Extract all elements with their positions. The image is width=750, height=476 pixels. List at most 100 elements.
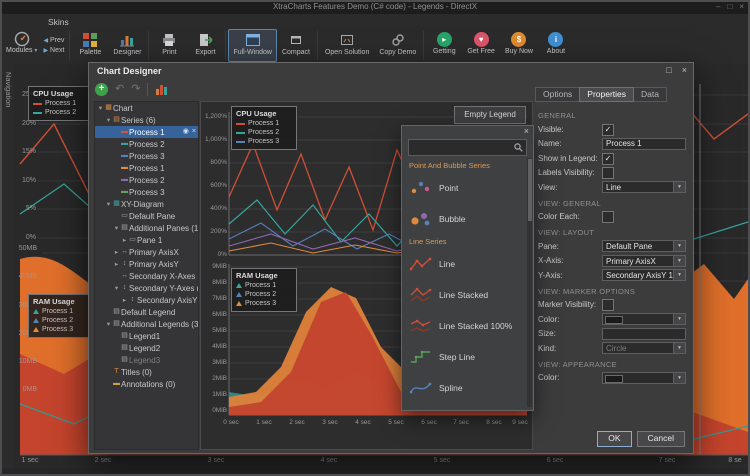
series-type-item-bubble[interactable]: Bubble bbox=[402, 203, 525, 234]
tree-item-xy-diagram[interactable]: ▾▦XY-Diagram bbox=[95, 198, 198, 210]
expand-arrow-icon[interactable]: ▾ bbox=[113, 224, 120, 232]
tree-item-default-pane[interactable]: ▭Default Pane bbox=[95, 210, 198, 222]
series-type-item-line[interactable]: Line bbox=[402, 248, 525, 279]
appearance-color-editor[interactable]: ▾ bbox=[602, 372, 686, 384]
tree-item-process-2[interactable]: ▬Process 2 bbox=[95, 138, 198, 150]
compact-button[interactable]: Compact bbox=[277, 29, 315, 62]
series-type-item-point[interactable]: Point bbox=[402, 172, 525, 203]
popup-close-icon[interactable]: × bbox=[524, 126, 529, 136]
expand-arrow-icon[interactable]: ▸ bbox=[121, 296, 128, 304]
tree-item-primary-axisx[interactable]: ▸↔Primary AxisX bbox=[95, 246, 198, 258]
marker-color-editor[interactable]: ▾ bbox=[602, 313, 686, 325]
tab-options[interactable]: Options bbox=[535, 87, 580, 102]
view-dropdown[interactable]: Line▾ bbox=[602, 181, 686, 193]
tab-properties[interactable]: Properties bbox=[579, 87, 634, 102]
window-titlebar[interactable]: XtraCharts Features Demo (C# code) - Leg… bbox=[0, 0, 750, 14]
cancel-button[interactable]: Cancel bbox=[637, 431, 685, 447]
designer-button[interactable]: Designer bbox=[108, 29, 146, 62]
tree-item-additional-panes[interactable]: ▾▤Additional Panes (1) bbox=[95, 222, 198, 234]
legend-entry: Process 2 bbox=[248, 129, 279, 136]
modules-gallery-button[interactable]: Modules ▾ bbox=[3, 29, 40, 62]
marker-size-input[interactable] bbox=[602, 328, 686, 340]
dialog-close-icon[interactable]: × bbox=[682, 65, 687, 75]
ok-button[interactable]: OK bbox=[597, 431, 631, 447]
tree-item-legend3[interactable]: ▤Legend3 bbox=[95, 354, 198, 366]
expand-arrow-icon[interactable]: ▾ bbox=[105, 320, 112, 328]
scrollbar-thumb[interactable] bbox=[528, 159, 532, 221]
tree-item-default-legend[interactable]: ▤Default Legend bbox=[95, 306, 198, 318]
get-free-button[interactable]: ♥Get Free bbox=[462, 29, 500, 62]
tree-item-secondary-axisy-1[interactable]: ▸↕Secondary AxisY 1 bbox=[95, 294, 198, 306]
chart-palette-icon[interactable] bbox=[155, 83, 168, 96]
empty-legend-button[interactable]: Empty Legend bbox=[454, 106, 526, 124]
about-button[interactable]: iAbout bbox=[538, 29, 574, 62]
maximize-icon[interactable]: □ bbox=[727, 0, 732, 13]
delete-icon[interactable]: × bbox=[192, 126, 196, 138]
tree-item-additional-legends[interactable]: ▾▤Additional Legends (3) bbox=[95, 318, 198, 330]
marker-visibility-checkbox[interactable] bbox=[602, 299, 614, 311]
series-type-item-spline[interactable]: Spline bbox=[402, 372, 525, 403]
export-button[interactable]: Export bbox=[187, 29, 223, 62]
preview-ram-legend[interactable]: RAM Usage Process 1 Process 2 Process 3 bbox=[231, 268, 297, 312]
tree-item-process-1[interactable]: ▬Process 1◉× bbox=[95, 126, 198, 138]
show-in-legend-checkbox[interactable]: ✓ bbox=[602, 153, 614, 165]
tree-item-process-2b[interactable]: ▬Process 2 bbox=[95, 174, 198, 186]
search-input[interactable] bbox=[409, 140, 526, 155]
preview-cpu-legend[interactable]: CPU Usage Process 1 Process 2 Process 3 bbox=[231, 106, 297, 150]
tab-data[interactable]: Data bbox=[633, 87, 667, 102]
undo-icon[interactable]: ↶ bbox=[115, 83, 124, 96]
marker-kind-dropdown[interactable]: Circle▾ bbox=[602, 342, 686, 354]
tree-item-pane-1[interactable]: ▸▭Pane 1 bbox=[95, 234, 198, 246]
tree-item-primary-axisy[interactable]: ▸↕Primary AxisY bbox=[95, 258, 198, 270]
tree-item-process-1b[interactable]: ▬Process 1 bbox=[95, 162, 198, 174]
minimize-icon[interactable]: – bbox=[716, 0, 720, 13]
x-axis-dropdown[interactable]: Primary AxisX▾ bbox=[602, 255, 686, 267]
expand-arrow-icon[interactable]: ▾ bbox=[113, 284, 120, 292]
print-button[interactable]: Print bbox=[151, 29, 187, 62]
labels-visibility-checkbox[interactable] bbox=[602, 167, 614, 179]
y-axis-dropdown[interactable]: Secondary AxisY 1▾ bbox=[602, 269, 686, 281]
tree-item-process-3b[interactable]: ▬Process 3 bbox=[95, 186, 198, 198]
tree-item-secondary-y-axes[interactable]: ▾↕Secondary Y-Axes (1) bbox=[95, 282, 198, 294]
close-icon[interactable]: × bbox=[739, 0, 744, 13]
add-item-button[interactable]: + bbox=[95, 83, 108, 96]
series-type-item-step-line[interactable]: Step Line bbox=[402, 341, 525, 372]
pane-dropdown[interactable]: Default Pane▾ bbox=[602, 240, 686, 252]
dialog-titlebar[interactable]: Chart Designer □× bbox=[89, 63, 693, 79]
open-solution-button[interactable]: Open Solution bbox=[320, 29, 374, 62]
full-window-button[interactable]: Full-Window bbox=[228, 29, 277, 62]
visible-checkbox[interactable]: ✓ bbox=[602, 124, 614, 136]
popup-scrollbar[interactable] bbox=[527, 158, 532, 407]
prev-module-button[interactable]: ◀ Prev bbox=[43, 37, 64, 44]
series-type-item-line-stacked[interactable]: Line Stacked bbox=[402, 279, 525, 310]
chevron-down-icon: ▾ bbox=[673, 270, 685, 280]
tree-item-legend2[interactable]: ▤Legend2 bbox=[95, 342, 198, 354]
dialog-maximize-icon[interactable]: □ bbox=[666, 65, 671, 75]
expand-arrow-icon[interactable]: ▸ bbox=[113, 248, 120, 256]
name-input[interactable] bbox=[602, 138, 686, 150]
line-stacked-series-icon bbox=[410, 287, 432, 303]
tab-skins[interactable]: Skins bbox=[42, 15, 75, 29]
color-each-checkbox[interactable] bbox=[602, 211, 614, 223]
tree-item-legend1[interactable]: ▤Legend1 bbox=[95, 330, 198, 342]
expand-arrow-icon[interactable]: ▾ bbox=[105, 116, 112, 124]
tree-item-series[interactable]: ▾▤Series (6) bbox=[95, 114, 198, 126]
getting-started-button[interactable]: ▸Getting bbox=[426, 29, 462, 62]
expand-arrow-icon[interactable]: ▸ bbox=[113, 260, 120, 268]
next-module-button[interactable]: ▶ Next bbox=[43, 47, 64, 54]
series-type-item-line-stacked-100[interactable]: Line Stacked 100% bbox=[402, 310, 525, 341]
tree-item-secondary-x-axes[interactable]: ↔Secondary X-Axes (0) bbox=[95, 270, 198, 282]
tree-item-process-3[interactable]: ▬Process 3 bbox=[95, 150, 198, 162]
redo-icon[interactable]: ↷ bbox=[131, 83, 140, 96]
tree-item-titles[interactable]: TTitles (0) bbox=[95, 366, 198, 378]
tree-item-chart[interactable]: ▾▦Chart bbox=[95, 102, 198, 114]
expand-arrow-icon[interactable]: ▾ bbox=[105, 200, 112, 208]
visibility-eye-icon[interactable]: ◉ bbox=[183, 126, 189, 138]
tree-item-annotations[interactable]: ▬Annotations (0) bbox=[95, 378, 198, 390]
palette-button[interactable]: Palette bbox=[72, 29, 108, 62]
tree-item-label: Process 2 bbox=[129, 140, 165, 149]
copy-demo-button[interactable]: Copy Demo bbox=[374, 29, 421, 62]
buy-now-button[interactable]: $Buy Now bbox=[500, 29, 538, 62]
expand-arrow-icon[interactable]: ▾ bbox=[97, 104, 104, 112]
expand-arrow-icon[interactable]: ▸ bbox=[121, 236, 128, 244]
